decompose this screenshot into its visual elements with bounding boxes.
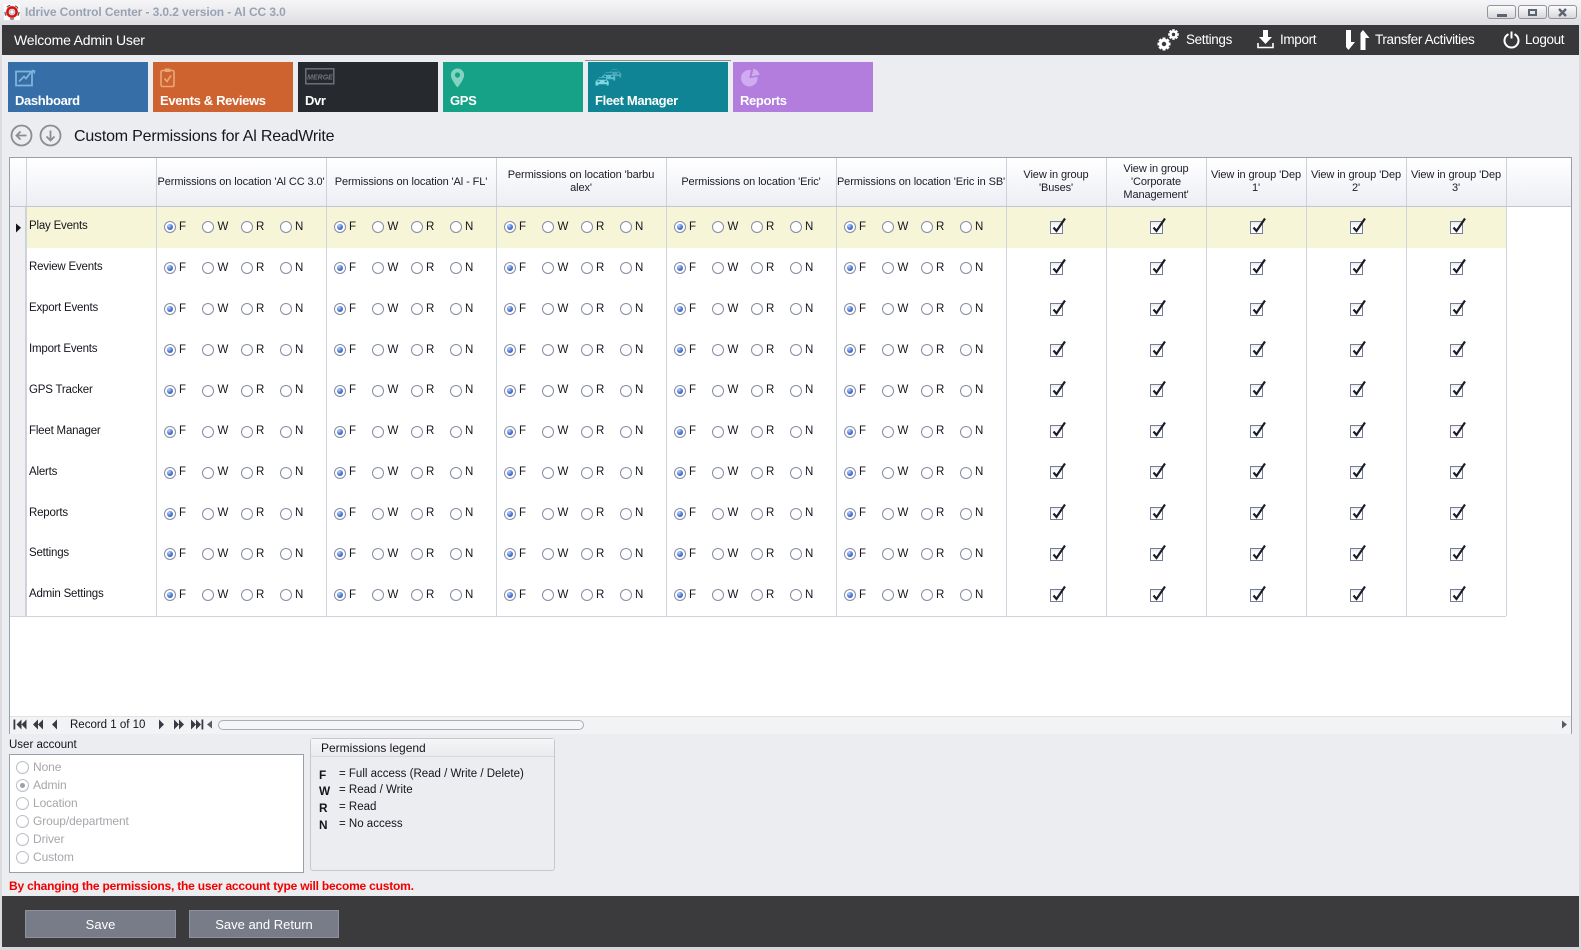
svg-text:MERGE: MERGE: [307, 75, 333, 82]
